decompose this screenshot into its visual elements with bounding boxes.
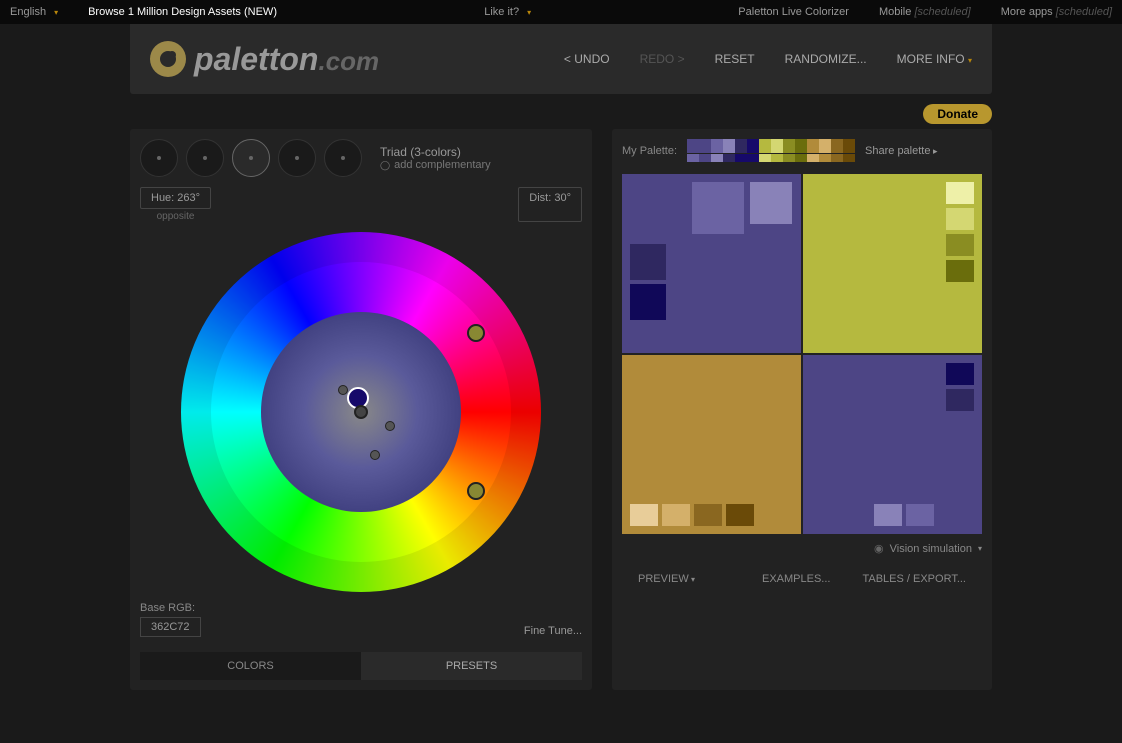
swatch[interactable] (726, 504, 754, 526)
swatch[interactable] (946, 182, 974, 204)
swatch[interactable] (946, 363, 974, 385)
colorizer-link[interactable]: Paletton Live Colorizer (738, 6, 849, 18)
preview-quad-secondary-a[interactable] (803, 174, 982, 353)
hue-opposite-label: opposite (140, 211, 211, 222)
tab-preview[interactable]: PREVIEW (622, 565, 711, 593)
swatch[interactable] (946, 260, 974, 282)
fine-tune-button[interactable]: Fine Tune... (524, 625, 582, 637)
scheme-triad-icon[interactable] (232, 139, 270, 177)
palette-strip-secondary[interactable] (687, 154, 855, 162)
tab-export[interactable]: TABLES / EXPORT... (846, 565, 982, 593)
scheme-freestyle-icon[interactable] (324, 139, 362, 177)
preview-quad-primary-b[interactable] (803, 355, 982, 534)
swatch[interactable] (630, 284, 666, 320)
tab-presets[interactable]: PRESETS (361, 652, 582, 680)
wheel-secondary-a-handle[interactable] (467, 324, 485, 342)
palette-strip[interactable] (687, 139, 855, 153)
left-panel: Triad (3-colors) add complementary Hue: … (130, 129, 592, 690)
palette-preview (622, 174, 982, 534)
add-complementary-toggle[interactable]: add complementary (380, 159, 491, 171)
vision-simulation-menu[interactable]: Vision simulation (622, 542, 982, 555)
preview-quad-primary[interactable] (622, 174, 801, 353)
wheel-center-handle[interactable] (354, 405, 368, 419)
dist-button[interactable]: Dist: 30° (518, 187, 582, 222)
scheme-tetrad-icon[interactable] (278, 139, 316, 177)
language-select[interactable]: English (10, 6, 58, 18)
swatch[interactable] (630, 244, 666, 280)
base-rgb-label: Base RGB: (140, 602, 201, 614)
swatch[interactable] (694, 504, 722, 526)
swatch[interactable] (750, 182, 792, 224)
header: paletton.com < UNDO REDO > RESET RANDOMI… (130, 24, 992, 94)
top-bar: English Browse 1 Million Design Assets (… (0, 0, 1122, 24)
scheme-adjacent-icon[interactable] (186, 139, 224, 177)
wheel-shade-handle[interactable] (385, 421, 395, 431)
wheel-secondary-b-handle[interactable] (467, 482, 485, 500)
randomize-button[interactable]: RANDOMIZE... (785, 52, 867, 66)
scheme-mono-icon[interactable] (140, 139, 178, 177)
swatch[interactable] (946, 234, 974, 256)
my-palette-label: My Palette: (622, 145, 677, 157)
scheme-title: Triad (3-colors) (380, 145, 491, 159)
swatch[interactable] (946, 389, 974, 411)
reset-button[interactable]: RESET (715, 52, 755, 66)
swatch[interactable] (692, 182, 744, 234)
swatch[interactable] (662, 504, 690, 526)
mobile-link[interactable]: Mobile [scheduled] (879, 6, 971, 18)
logo-icon (150, 41, 186, 77)
wheel-shade-handle[interactable] (370, 450, 380, 460)
logo[interactable]: paletton.com (150, 41, 379, 78)
right-panel: My Palette: Share palette (612, 129, 992, 690)
color-wheel[interactable] (181, 232, 541, 592)
donate-button[interactable]: Donate (923, 104, 992, 124)
swatch[interactable] (630, 504, 658, 526)
swatch[interactable] (906, 504, 934, 526)
preview-quad-secondary-b[interactable] (622, 355, 801, 534)
share-palette-button[interactable]: Share palette (865, 145, 937, 157)
like-it-menu[interactable]: Like it? (484, 6, 531, 18)
more-apps-link[interactable]: More apps [scheduled] (1001, 6, 1112, 18)
base-rgb-value[interactable]: 362C72 (140, 617, 201, 637)
more-info-menu[interactable]: MORE INFO ▾ (897, 52, 972, 66)
swatch[interactable] (874, 504, 902, 526)
browse-assets-link[interactable]: Browse 1 Million Design Assets (NEW) (88, 6, 277, 18)
tab-examples[interactable]: EXAMPLES... (746, 565, 846, 593)
swatch[interactable] (946, 208, 974, 230)
wheel-shade-handle[interactable] (338, 385, 348, 395)
redo-button: REDO > (640, 52, 685, 66)
hue-button[interactable]: Hue: 263° (140, 187, 211, 209)
tab-colors[interactable]: COLORS (140, 652, 361, 680)
undo-button[interactable]: < UNDO (564, 52, 610, 66)
